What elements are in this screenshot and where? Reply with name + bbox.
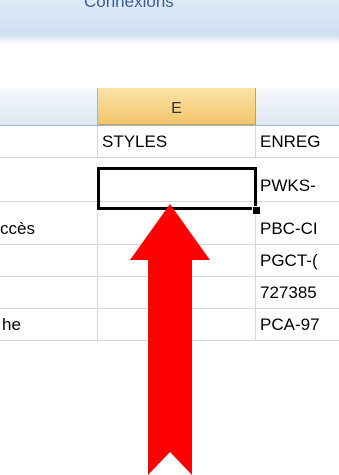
cell-f[interactable]: PWKS- <box>256 170 339 202</box>
table-row: STYLES ENREG <box>0 126 339 158</box>
cell-d[interactable] <box>0 126 98 158</box>
cell-e[interactable]: STYLES <box>98 126 256 158</box>
ribbon-shadow <box>0 36 339 44</box>
cell-d[interactable] <box>0 277 98 309</box>
cell-f[interactable]: PBC-CI <box>256 213 339 245</box>
cell-d[interactable]: ccès <box>0 213 98 245</box>
column-headers: E <box>0 88 339 126</box>
red-up-arrow-icon <box>130 204 210 475</box>
cell-d[interactable] <box>0 245 98 277</box>
column-header-d[interactable] <box>0 88 98 125</box>
cell-f[interactable]: PCA-97 <box>256 309 339 341</box>
cell-d[interactable] <box>0 170 98 202</box>
ribbon-connexions-label[interactable]: Connexions <box>84 0 174 12</box>
column-header-f[interactable] <box>256 88 339 125</box>
column-header-e[interactable]: E <box>98 88 256 125</box>
cell-f[interactable]: PGCT-( <box>256 245 339 277</box>
cell-f[interactable]: 727385 <box>256 277 339 309</box>
fill-handle[interactable] <box>252 206 261 215</box>
cell-f[interactable]: ENREG <box>256 126 339 158</box>
ribbon: Connexions <box>0 0 339 36</box>
cell-d[interactable]: he <box>0 309 98 341</box>
